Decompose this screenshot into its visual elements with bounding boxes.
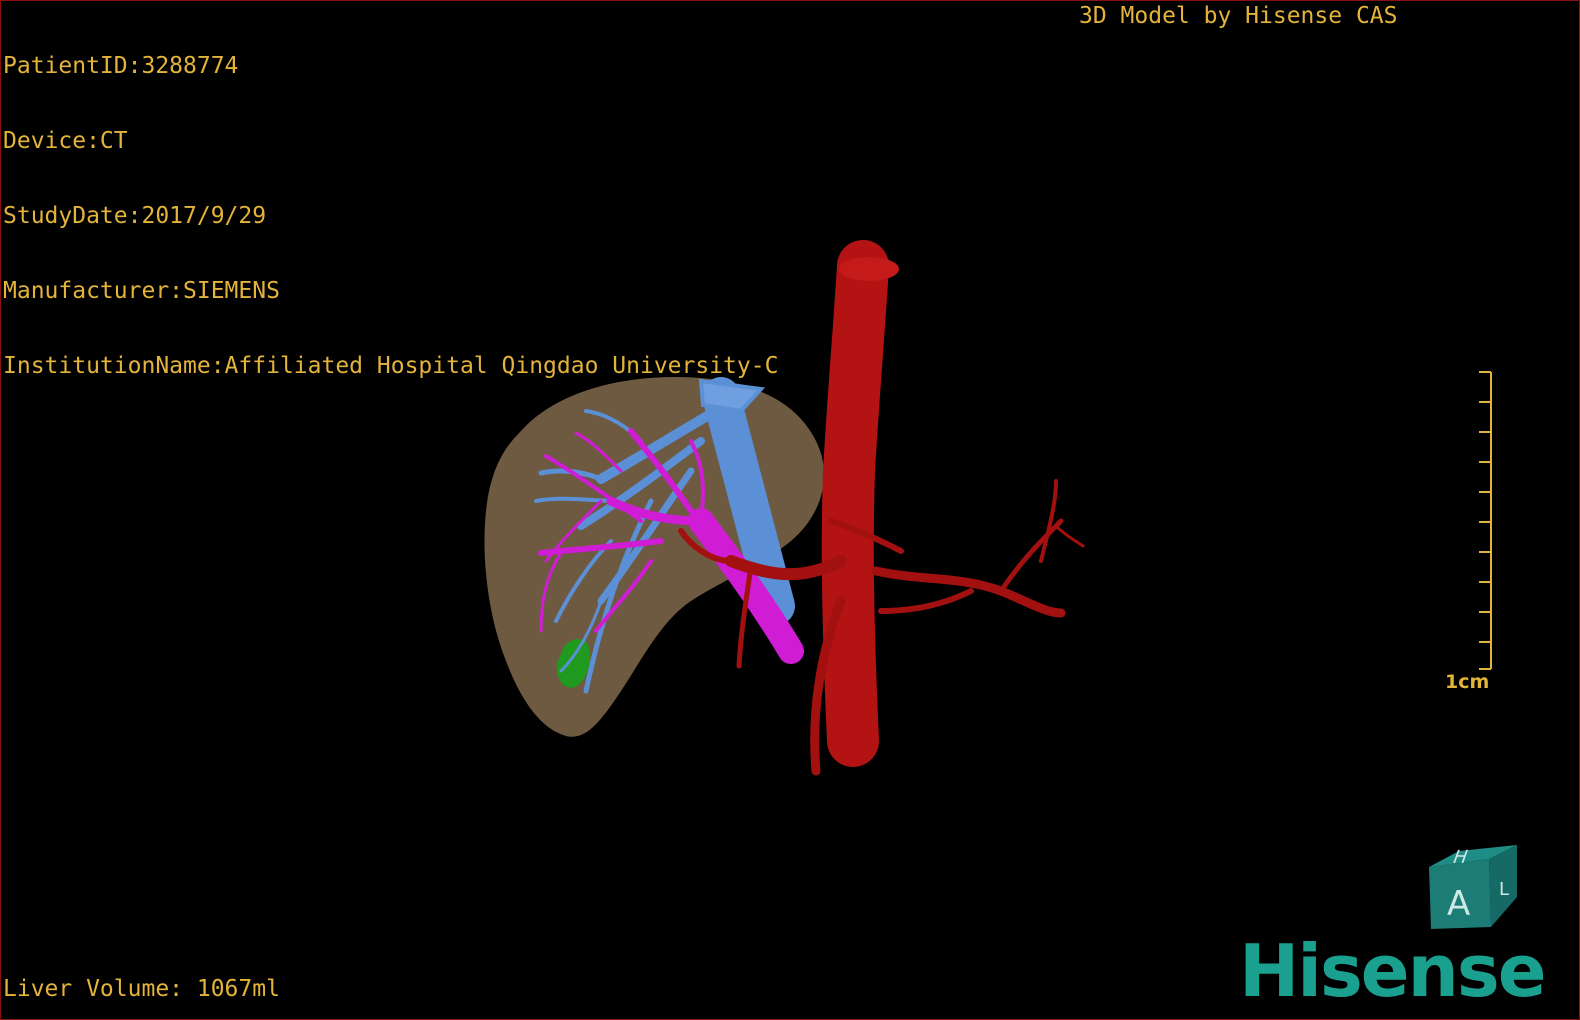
orientation-cube-icon[interactable]: A H L [1419, 837, 1529, 937]
3d-viewport[interactable]: PatientID:3288774 Device:CT StudyDate:20… [0, 0, 1580, 1020]
liver-3d-model[interactable] [1, 1, 1579, 1019]
scale-bar-label: 1cm [1445, 671, 1490, 693]
cube-face-l: L [1499, 879, 1509, 900]
cube-face-a: A [1447, 884, 1470, 924]
hisense-logo-icon: Hisense [1239, 929, 1547, 1013]
scale-bar-icon [1479, 371, 1492, 670]
liver-volume-text: Liver Volume: 1067ml [3, 976, 280, 1002]
